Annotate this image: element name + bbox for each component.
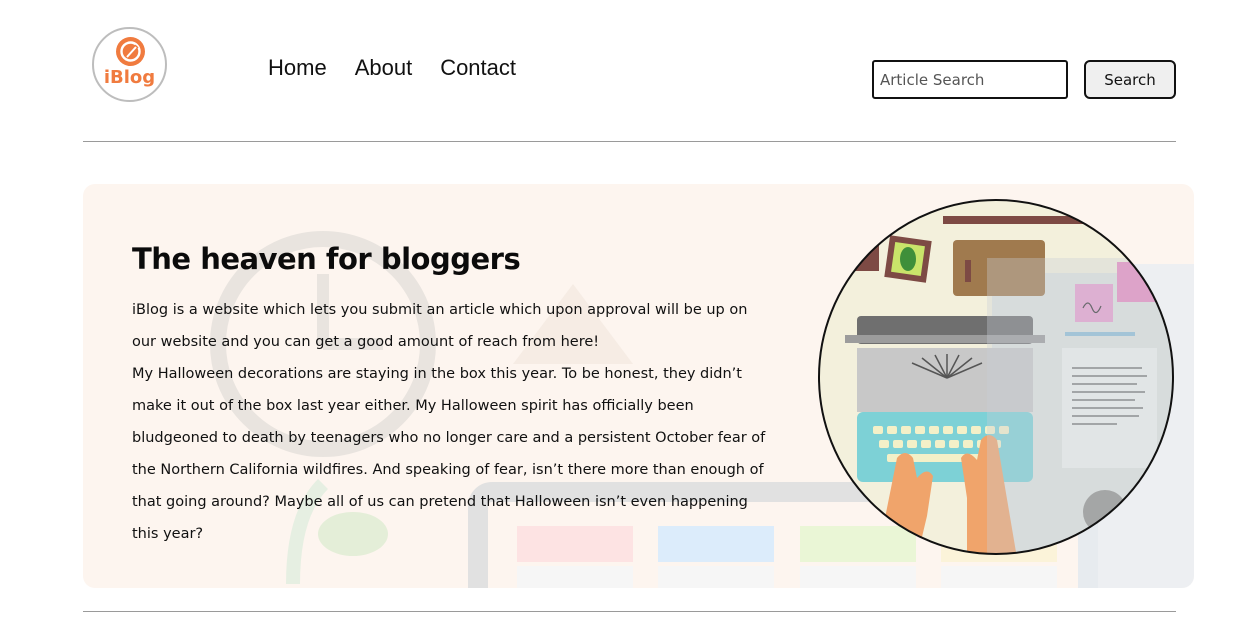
search-button[interactable]: Search [1084,60,1176,99]
nav-about-link[interactable]: About [355,55,413,81]
edit-bubble-icon [116,37,145,66]
article-search-input[interactable] [872,60,1068,99]
logo-text: iBlog [103,67,156,88]
typewriter-desk-illustration [818,199,1174,555]
hero-title: The heaven for bloggers [132,242,521,276]
nav-contact-link[interactable]: Contact [440,55,516,81]
hero-paragraph: iBlog is a website which lets you submit… [132,302,748,350]
site-logo[interactable]: iBlog [92,27,167,102]
nav-home-link[interactable]: Home [268,55,327,81]
hero-paragraph: My Halloween decorations are staying in … [132,366,766,542]
section-divider [83,611,1176,612]
hero-section: The heaven for bloggers iBlog is a websi… [83,184,1194,588]
main-nav: Home About Contact [268,55,516,81]
header-divider [83,141,1176,142]
hero-description: iBlog is a website which lets you submit… [132,294,772,550]
